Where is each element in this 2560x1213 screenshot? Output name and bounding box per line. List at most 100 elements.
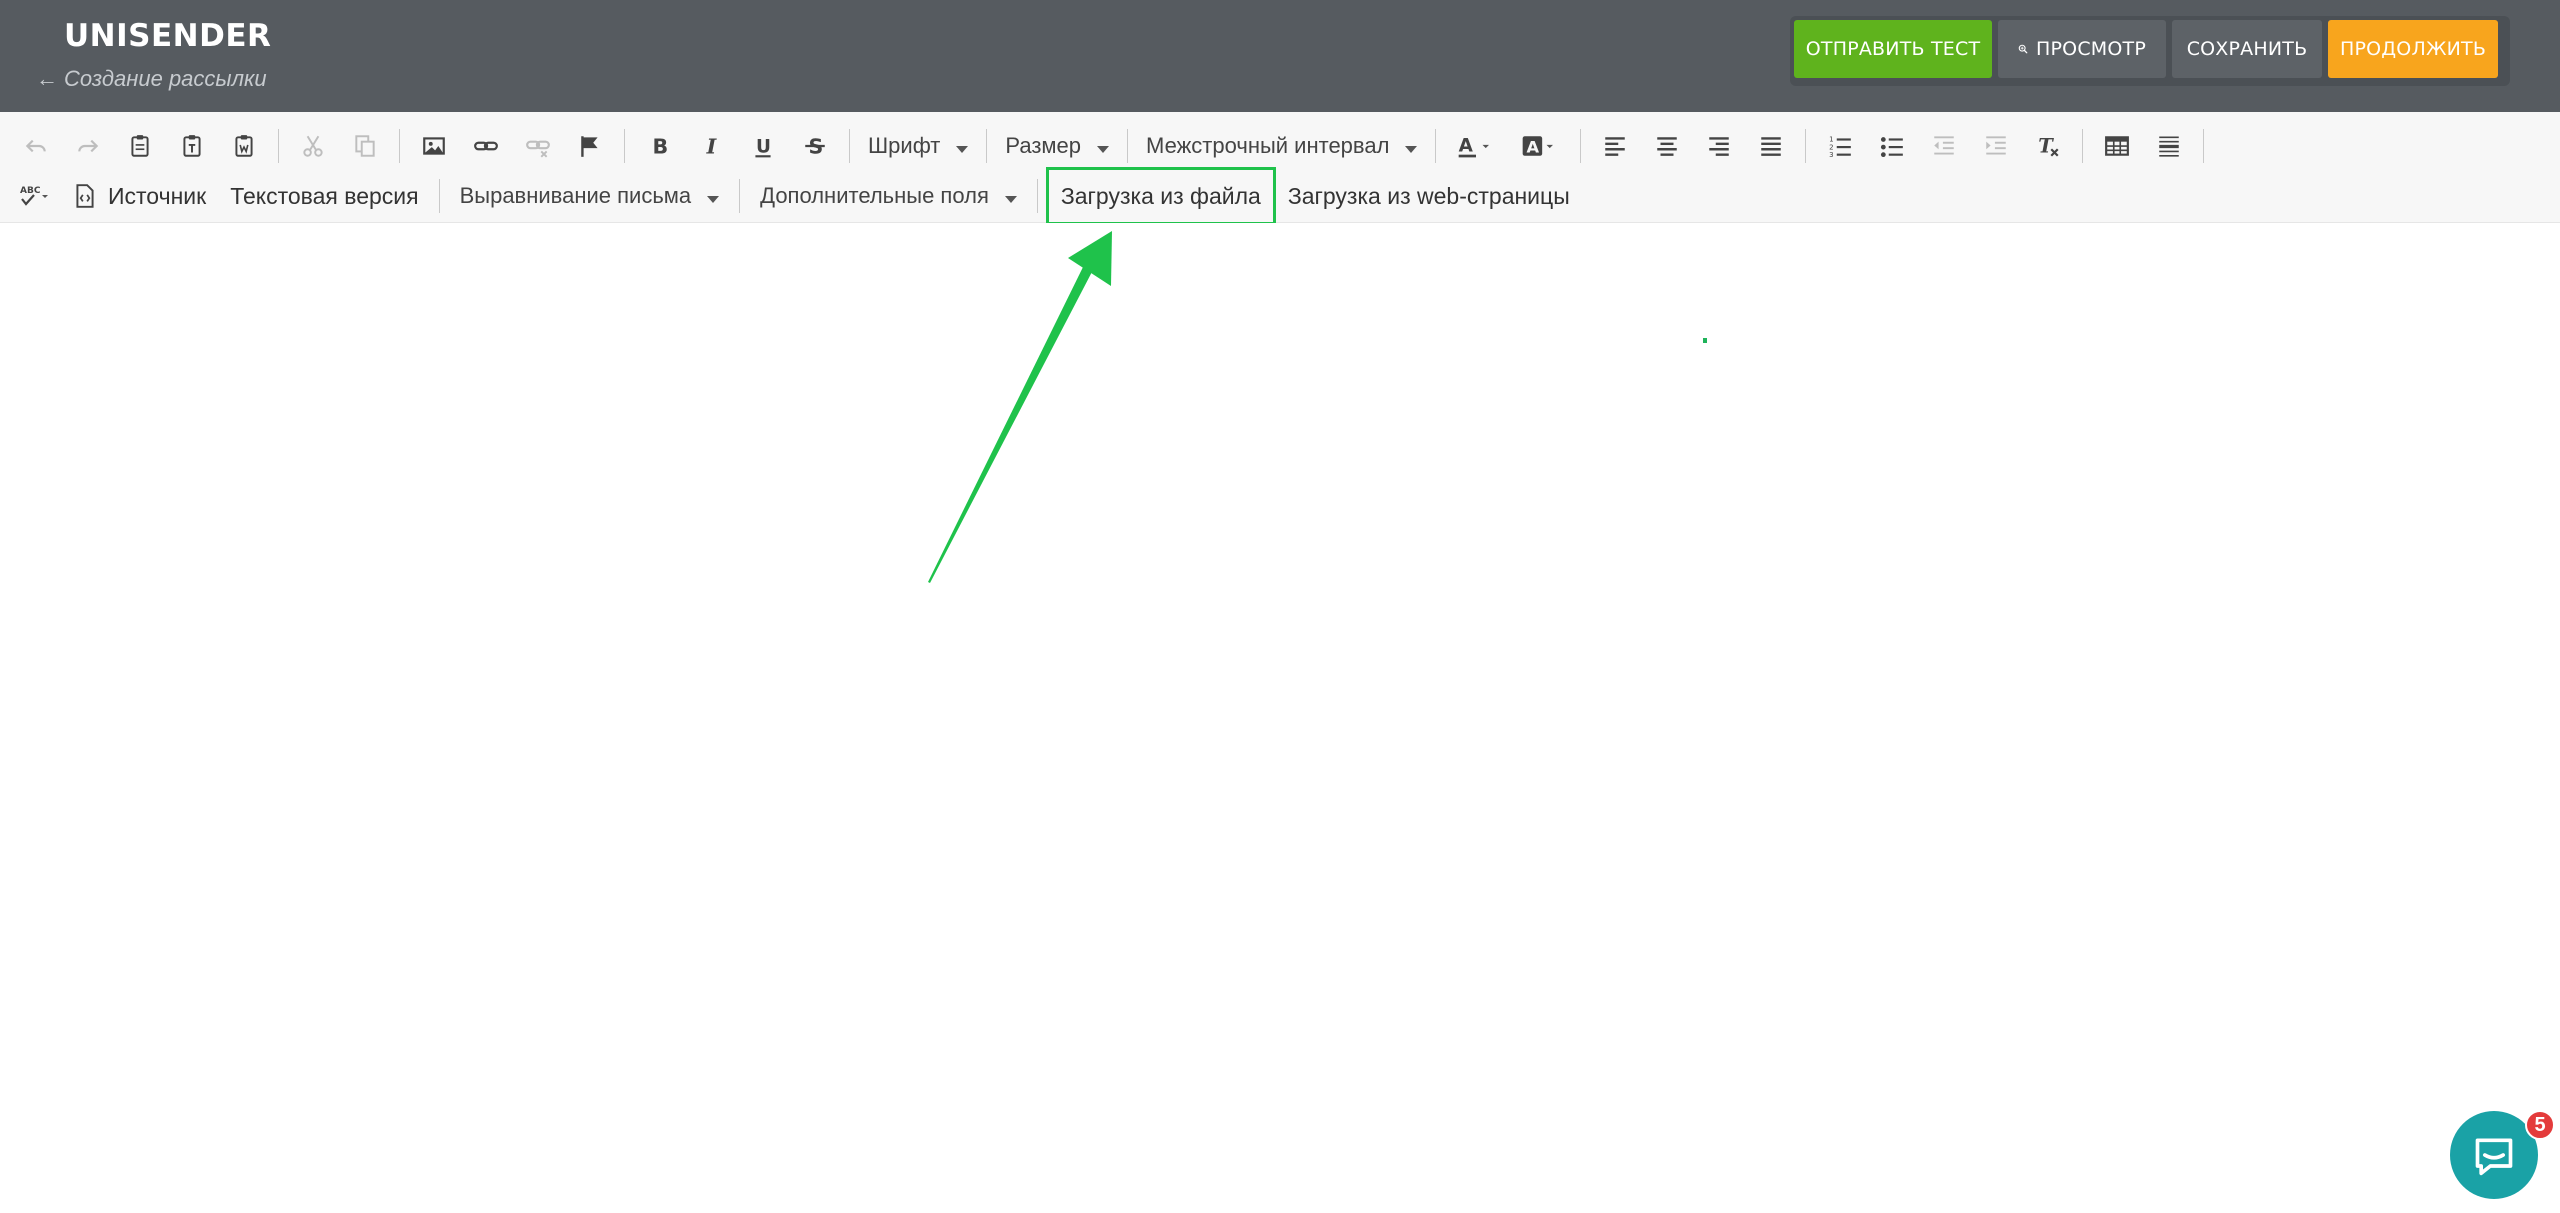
source-label: Источник — [108, 182, 207, 209]
indent-icon — [1986, 136, 2007, 155]
align-right-button[interactable] — [1697, 124, 1741, 168]
editor-content-area[interactable] — [0, 223, 2560, 1213]
table-icon — [2105, 136, 2130, 156]
save-label: СОХРАНИТЬ — [2186, 38, 2308, 60]
paste-button[interactable] — [118, 124, 162, 168]
letter-alignment-dropdown[interactable]: Выравнивание письма — [448, 174, 732, 218]
chat-bubble-icon — [2475, 1138, 2513, 1176]
text-color-button[interactable]: A — [1448, 124, 1504, 168]
logo: UNISENDER — [64, 18, 272, 54]
svg-text:U: U — [756, 137, 771, 158]
chevron-down-icon — [707, 195, 720, 203]
save-button[interactable]: СОХРАНИТЬ — [2172, 20, 2322, 78]
paste-word-icon — [235, 135, 253, 157]
letter-alignment-label: Выравнивание письма — [459, 183, 692, 208]
strikethrough-icon: S — [805, 135, 825, 159]
svg-text:3: 3 — [1830, 150, 1834, 159]
bulleted-list-icon — [1881, 137, 1904, 158]
copy-icon — [355, 135, 375, 157]
unlink-icon — [526, 140, 550, 158]
outdent-icon — [1934, 136, 1955, 155]
underline-button[interactable]: U — [741, 124, 785, 168]
cut-button[interactable] — [291, 124, 335, 168]
paste-text-icon — [183, 135, 201, 157]
remove-format-icon: T — [2039, 135, 2059, 158]
source-button[interactable]: Источник — [66, 174, 218, 218]
source-code-icon — [76, 184, 94, 208]
anchor-button[interactable] — [568, 124, 612, 168]
spellcheck-abc-text: ABC — [20, 186, 41, 196]
send-test-button[interactable]: ОТПРАВИТЬ ТЕСТ — [1794, 20, 1992, 78]
align-right-icon — [1709, 137, 1730, 156]
link-icon — [474, 141, 498, 151]
paste-word-button[interactable] — [222, 124, 266, 168]
line-spacing-dropdown[interactable]: Межстрочный интервал — [1136, 124, 1427, 168]
horizontal-rule-icon — [2159, 136, 2180, 157]
load-from-file-label: Загрузка из файла — [1060, 182, 1261, 209]
bulleted-list-button[interactable] — [1870, 124, 1914, 168]
remove-format-button[interactable]: T — [2026, 124, 2070, 168]
horizontal-rule-button[interactable] — [2147, 124, 2191, 168]
back-arrow-icon: ← — [36, 66, 58, 91]
toolbar-separator — [438, 179, 440, 213]
align-justify-button[interactable] — [1749, 124, 1793, 168]
flag-icon — [581, 136, 598, 157]
bold-icon: B — [653, 135, 669, 159]
app-header: UNISENDER ← Создание рассылки ОТПРАВИТЬ Т… — [0, 0, 2560, 112]
text-version-button[interactable]: Текстовая версия — [218, 174, 430, 218]
continue-label: ПРОДОЛЖИТЬ — [2339, 38, 2487, 60]
toolbar-separator — [2203, 129, 2205, 163]
toolbar-row-2: ABC Источник Текстовая версия Выравниван… — [10, 167, 1582, 225]
toolbar-separator — [1435, 129, 1437, 163]
italic-button[interactable]: I — [689, 124, 733, 168]
extra-fields-label: Дополнительные поля — [760, 183, 989, 208]
align-justify-icon — [1761, 137, 1782, 156]
back-link-label: Создание рассылки — [64, 66, 267, 91]
undo-button[interactable] — [14, 124, 58, 168]
insert-image-button[interactable] — [412, 124, 456, 168]
svg-text:B: B — [653, 135, 669, 159]
svg-text:I: I — [706, 135, 718, 159]
align-left-button[interactable] — [1593, 124, 1637, 168]
numbered-list-icon: 123 — [1830, 135, 1852, 159]
toolbar-separator — [1805, 129, 1807, 163]
continue-button[interactable]: ПРОДОЛЖИТЬ — [2328, 20, 2498, 78]
paste-text-button[interactable] — [170, 124, 214, 168]
undo-icon — [25, 139, 46, 153]
font-dropdown[interactable]: Шрифт — [858, 124, 978, 168]
editor-toolbar: B I U S Шрифт Размер Межстрочный интерва… — [0, 112, 2560, 225]
insert-link-button[interactable] — [464, 124, 508, 168]
background-color-button[interactable]: A — [1512, 124, 1568, 168]
align-center-button[interactable] — [1645, 124, 1689, 168]
text-version-label: Текстовая версия — [230, 182, 419, 209]
indent-button[interactable] — [1974, 124, 2018, 168]
numbered-list-button[interactable]: 123 — [1818, 124, 1862, 168]
background-color-icon: A — [1523, 136, 1554, 157]
load-from-web-button[interactable]: Загрузка из web-страницы — [1276, 174, 1582, 218]
unlink-button[interactable] — [516, 124, 560, 168]
chevron-down-icon — [1097, 145, 1110, 153]
outdent-button[interactable] — [1922, 124, 1966, 168]
strikethrough-button[interactable]: S — [793, 124, 837, 168]
preview-button[interactable]: ПРОСМОТР — [1998, 20, 2166, 78]
back-link[interactable]: ← Создание рассылки — [36, 66, 267, 92]
load-from-web-label: Загрузка из web-страницы — [1287, 182, 1570, 209]
toolbar-separator — [2082, 129, 2084, 163]
italic-icon: I — [706, 135, 718, 159]
header-actions: ОТПРАВИТЬ ТЕСТ ПРОСМОТР СОХРАНИТЬ ПРОДОЛ… — [1790, 16, 2510, 86]
redo-icon — [78, 139, 99, 153]
size-dropdown[interactable]: Размер — [995, 124, 1119, 168]
bold-button[interactable]: B — [637, 124, 681, 168]
redo-button[interactable] — [66, 124, 110, 168]
spellcheck-button[interactable]: ABC — [10, 174, 62, 218]
toolbar-separator — [1036, 179, 1038, 213]
load-from-file-button[interactable]: Загрузка из файла — [1045, 167, 1276, 225]
toolbar-separator — [1127, 129, 1129, 163]
copy-button[interactable] — [343, 124, 387, 168]
extra-fields-dropdown[interactable]: Дополнительные поля — [748, 174, 1029, 218]
toolbar-separator — [986, 129, 988, 163]
insert-table-button[interactable] — [2095, 124, 2139, 168]
line-spacing-label: Межстрочный интервал — [1146, 133, 1390, 158]
cursor-dot — [1703, 338, 1707, 343]
chevron-down-icon — [956, 145, 969, 153]
